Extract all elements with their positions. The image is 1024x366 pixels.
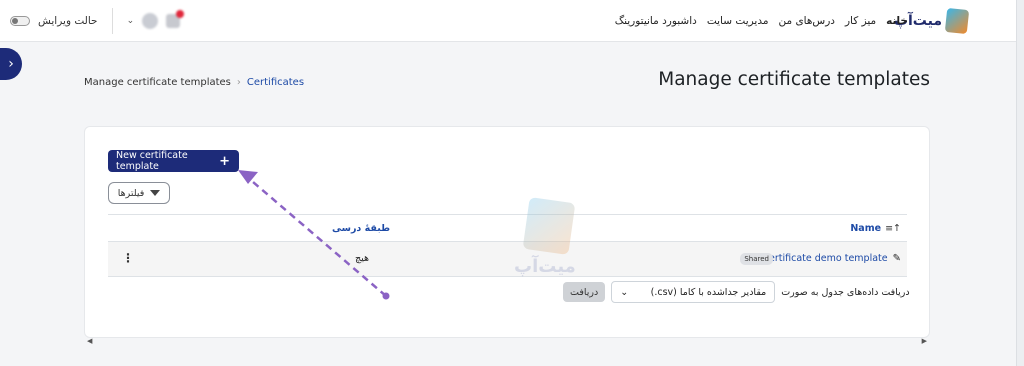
kebab-icon[interactable]: ⋮ bbox=[122, 251, 134, 265]
download-label: دریافت داده‌های جدول به صورت bbox=[781, 286, 910, 298]
main-card: New certificate template + فیلترها ↑≡ Na… bbox=[84, 126, 930, 338]
download-format-value: مقادیر جداشده با کاما (csv.) bbox=[650, 286, 767, 298]
new-certificate-template-button[interactable]: New certificate template + bbox=[108, 150, 239, 172]
funnel-icon bbox=[150, 190, 161, 196]
nav-item-home[interactable]: خانه bbox=[886, 15, 908, 27]
sort-asc-icon: ↑≡ bbox=[885, 223, 901, 234]
row-name-cell: ✎ Certificate demo template bbox=[762, 253, 901, 264]
download-format-select[interactable]: مقادیر جداشده با کاما (csv.) ⌄ bbox=[611, 281, 776, 303]
vertical-scrollbar[interactable] bbox=[1016, 0, 1024, 366]
watermark-icon bbox=[522, 197, 576, 255]
nav-item-my-courses[interactable]: درس‌های من bbox=[778, 15, 834, 27]
edit-mode-label: حالت ویرایش bbox=[38, 15, 98, 27]
scroll-left-icon[interactable]: ◀ bbox=[87, 337, 92, 345]
logo-icon bbox=[944, 7, 970, 35]
template-name-link[interactable]: Certificate demo template bbox=[762, 253, 887, 264]
column-name-label: Name bbox=[850, 223, 882, 234]
primary-nav: خانه میز کار درس‌های من مدیریت سایت داشب… bbox=[615, 0, 908, 42]
chevron-down-icon[interactable]: ⌄ bbox=[127, 16, 135, 26]
filters-button[interactable]: فیلترها bbox=[108, 182, 170, 204]
download-table-form: دریافت داده‌های جدول به صورت مقادیر جداش… bbox=[563, 281, 910, 303]
navbar-user-area: حالت ویرایش ⌄ bbox=[10, 0, 185, 42]
scroll-right-icon[interactable]: ▶ bbox=[922, 337, 927, 345]
nav-item-monitoring[interactable]: داشبورد مانیتورینگ bbox=[615, 15, 697, 27]
horizontal-scrollbar[interactable]: ◀ ▶ bbox=[84, 337, 930, 345]
row-category-cell: هیچ bbox=[355, 253, 370, 264]
watermark-logo: میت‌آپ bbox=[508, 196, 594, 286]
column-header-category[interactable]: طبقهٔ درسی bbox=[332, 223, 390, 234]
filters-label: فیلترها bbox=[117, 187, 145, 199]
chevron-right-icon: › bbox=[8, 56, 14, 72]
bell-icon[interactable] bbox=[166, 10, 185, 28]
avatar[interactable] bbox=[142, 13, 159, 29]
breadcrumb-item-certificates[interactable]: Certificates bbox=[247, 77, 304, 88]
breadcrumb: Manage certificate templates › Certifica… bbox=[84, 77, 304, 88]
nav-item-dashboard[interactable]: میز کار bbox=[845, 15, 876, 27]
breadcrumb-separator: › bbox=[236, 77, 241, 88]
top-navbar: میت‌آپ خانه میز کار درس‌های من مدیریت سا… bbox=[0, 0, 1016, 42]
nav-item-site-admin[interactable]: مدیریت سایت bbox=[707, 15, 769, 27]
breadcrumb-item-templates[interactable]: Manage certificate templates bbox=[84, 77, 231, 88]
plus-icon: + bbox=[219, 153, 230, 169]
divider bbox=[111, 8, 113, 34]
chevron-down-icon: ⌄ bbox=[620, 286, 629, 298]
new-button-label: New certificate template bbox=[116, 150, 188, 172]
column-header-name[interactable]: ↑≡ Name bbox=[850, 223, 901, 234]
edit-mode-toggle[interactable] bbox=[10, 16, 30, 26]
pencil-icon[interactable]: ✎ bbox=[893, 253, 901, 264]
page-title: Manage certificate templates bbox=[658, 69, 930, 90]
watermark-text: میت‌آپ bbox=[514, 256, 576, 277]
shared-badge: Shared bbox=[740, 253, 773, 265]
drawer-toggle-button[interactable]: › bbox=[0, 48, 22, 80]
